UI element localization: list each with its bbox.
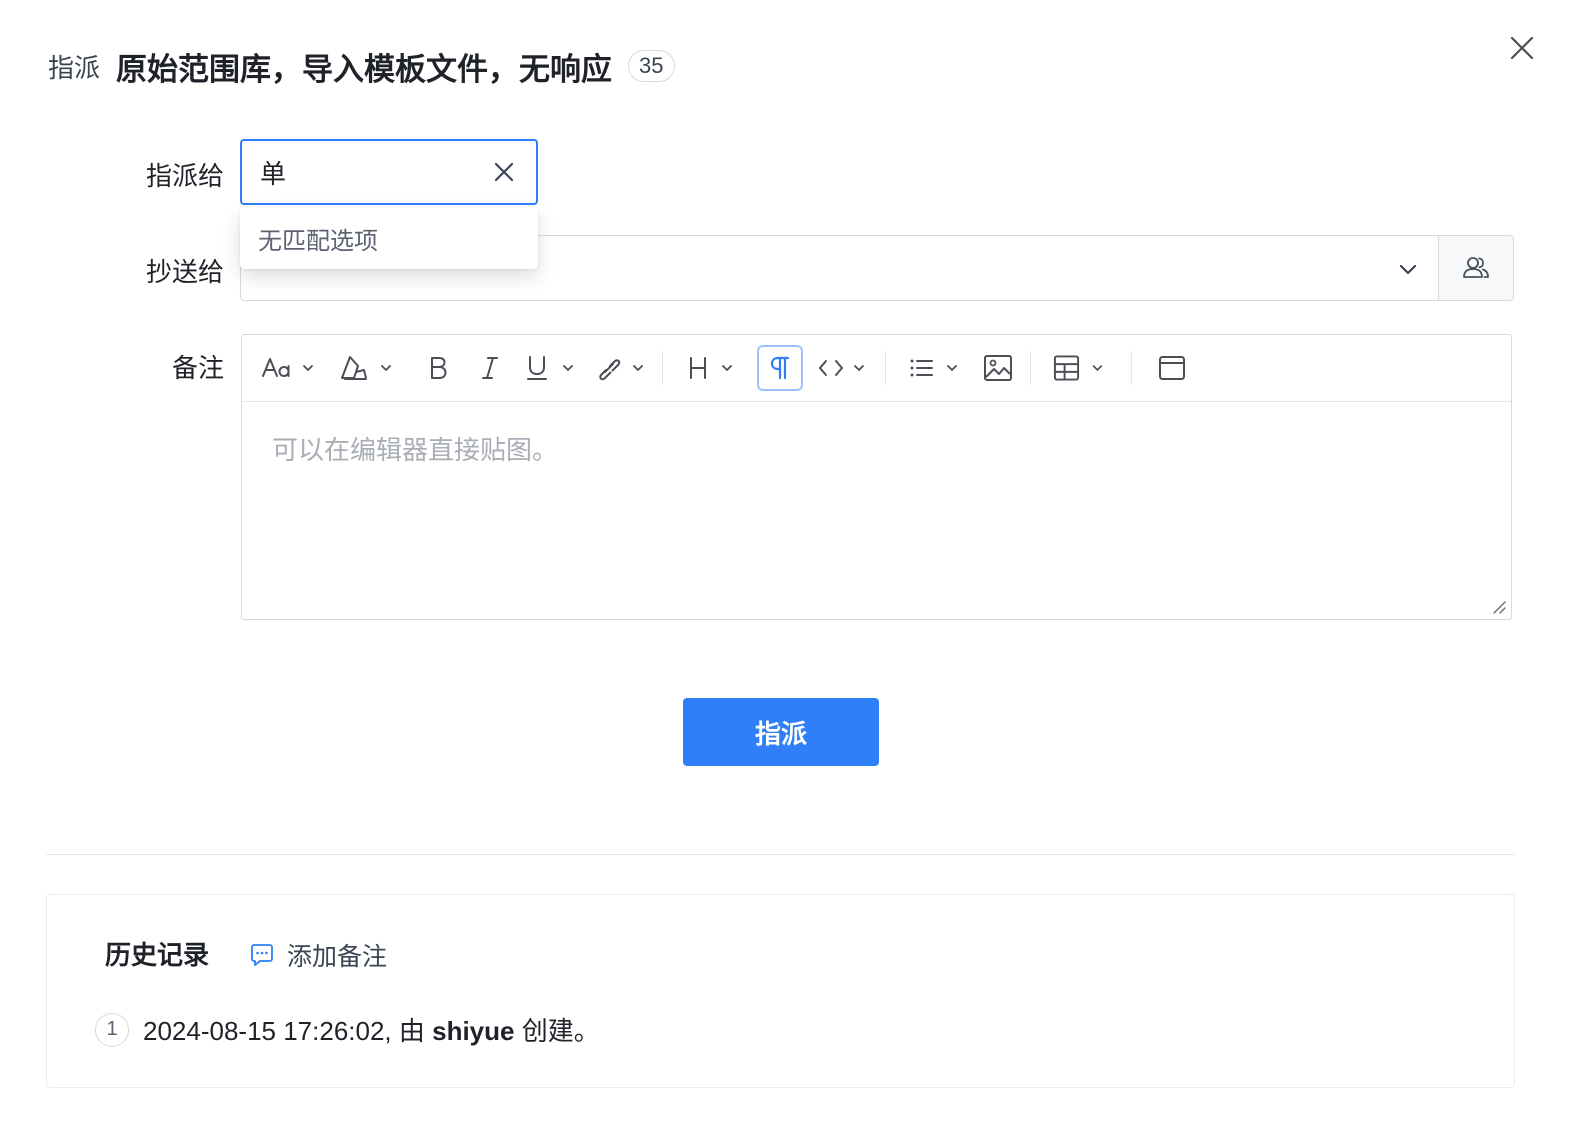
close-button[interactable] — [1506, 32, 1538, 64]
modal-kind: 指派 — [48, 52, 101, 83]
assign-input-value: 单 — [260, 158, 287, 189]
editor-toolbar — [242, 335, 1511, 402]
assign-submit-button[interactable]: 指派 — [683, 698, 879, 766]
section-divider — [46, 854, 1515, 855]
paragraph-button[interactable] — [757, 345, 803, 391]
editor-placeholder: 可以在编辑器直接贴图。 — [272, 435, 559, 465]
highlighter-icon — [341, 356, 391, 380]
fullscreen-button[interactable] — [1152, 345, 1192, 391]
history-suffix: 创建。 — [514, 1016, 600, 1046]
chevron-down-icon — [1399, 264, 1417, 275]
add-note-link[interactable]: 添加备注 — [249, 937, 387, 973]
history-text: 2024-08-15 17:26:02, 由 shiyue 创建。 — [143, 1011, 600, 1048]
list-icon — [910, 359, 957, 377]
contacts-button[interactable] — [1438, 235, 1514, 301]
note-editor-area[interactable]: 可以在编辑器直接贴图。 — [242, 402, 1511, 619]
close-icon — [1510, 36, 1534, 60]
toolbar-divider — [885, 351, 886, 385]
users-icon — [1463, 257, 1489, 278]
modal-header: 指派 原始范围库，导入模板文件，无响应 35 — [48, 44, 675, 88]
bold-icon — [431, 357, 447, 379]
toolbar-divider — [662, 351, 663, 385]
bold-button[interactable] — [418, 345, 458, 391]
toolbar-divider — [1131, 351, 1132, 385]
table-icon — [1053, 355, 1103, 381]
task-title: 原始范围库，导入模板文件，无响应 — [116, 51, 613, 87]
font-size-icon — [262, 358, 313, 377]
code-icon — [819, 360, 864, 376]
history-item: 1 2024-08-15 17:26:02, 由 shiyue 创建。 — [95, 1011, 600, 1048]
italic-icon — [482, 357, 498, 379]
italic-button[interactable] — [470, 345, 510, 391]
link-button[interactable] — [592, 345, 652, 391]
history-index: 1 — [95, 1012, 129, 1047]
link-icon — [599, 359, 643, 381]
image-icon — [984, 355, 1012, 381]
window-icon — [1159, 356, 1185, 380]
code-button[interactable] — [815, 345, 875, 391]
paragraph-icon — [770, 356, 790, 380]
cc-label: 抄送给 — [145, 257, 224, 287]
assign-dropdown: 无匹配选项 — [240, 207, 538, 269]
heading-button[interactable] — [683, 345, 743, 391]
history-panel: 历史记录 添加备注 1 2024-08-15 17:26:02, 由 shiyu… — [46, 894, 1515, 1088]
underline-button[interactable] — [522, 345, 582, 391]
rich-text-editor: 可以在编辑器直接贴图。 — [241, 334, 1512, 620]
text-color-button[interactable] — [334, 345, 404, 391]
resize-handle-icon[interactable] — [1491, 599, 1507, 615]
font-size-button[interactable] — [258, 345, 322, 391]
toolbar-divider — [1030, 351, 1031, 385]
assign-input[interactable]: 单 — [240, 139, 538, 205]
add-note-label: 添加备注 — [287, 943, 388, 971]
task-id-badge: 35 — [628, 50, 675, 82]
note-label: 备注 — [171, 353, 224, 383]
image-button[interactable] — [978, 345, 1018, 391]
history-prefix: 2024-08-15 17:26:02, 由 — [143, 1016, 433, 1046]
list-button[interactable] — [906, 345, 966, 391]
history-title: 历史记录 — [105, 940, 210, 970]
heading-icon — [690, 357, 732, 379]
clear-icon[interactable] — [490, 158, 518, 186]
underline-icon — [527, 356, 573, 380]
comment-icon — [251, 944, 273, 966]
history-user: shiyue — [432, 1016, 515, 1046]
dropdown-empty-text: 无匹配选项 — [258, 227, 378, 255]
assign-label: 指派给 — [145, 161, 224, 191]
table-button[interactable] — [1051, 345, 1111, 391]
